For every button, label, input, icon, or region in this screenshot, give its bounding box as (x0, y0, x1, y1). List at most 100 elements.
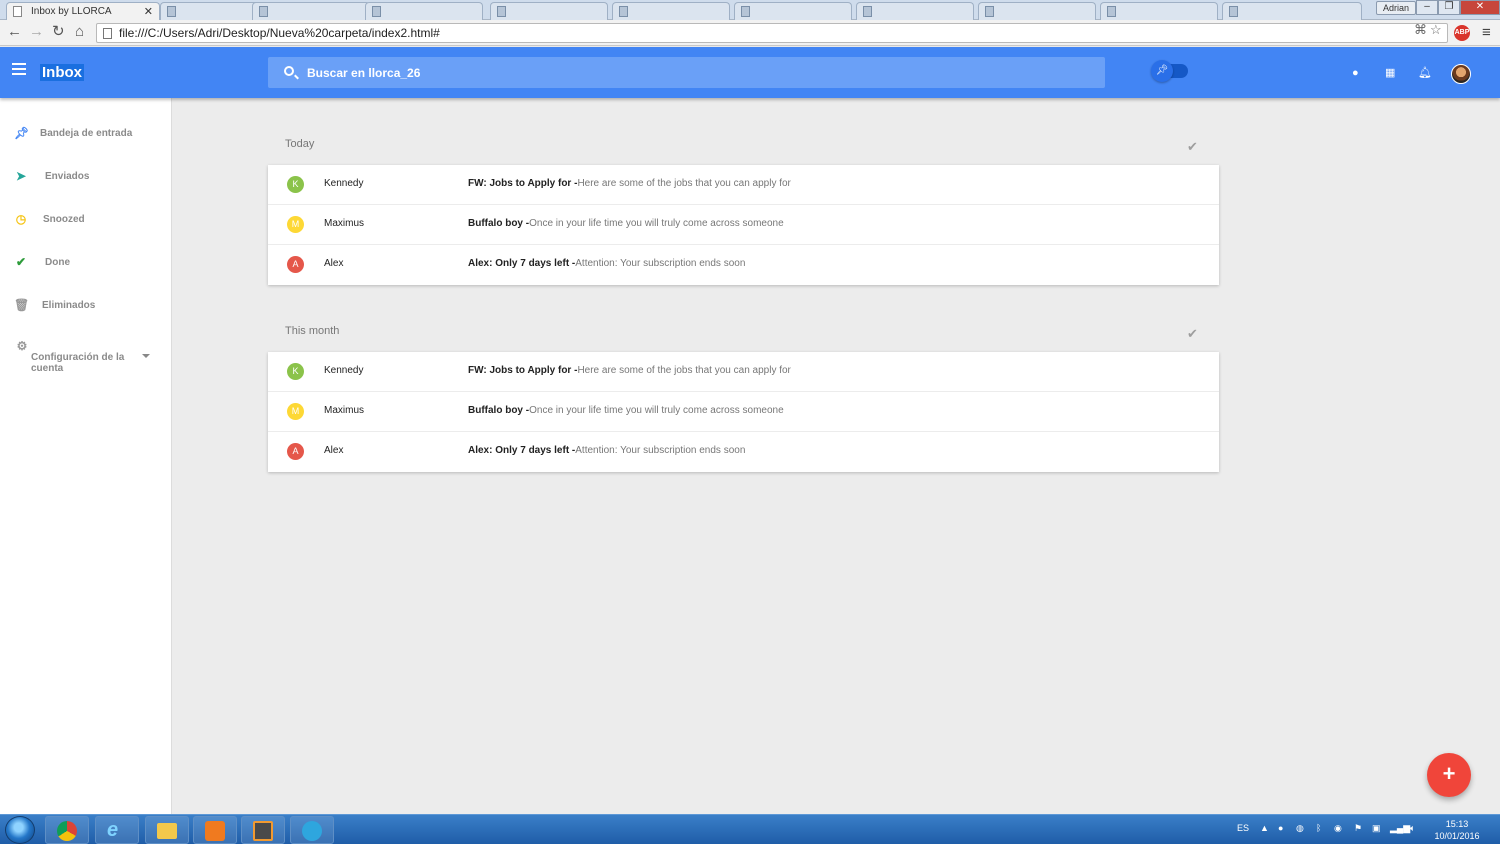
close-tab-icon[interactable]: ✕ (144, 5, 153, 18)
email-row[interactable]: A Alex Alex: Only 7 days left -Attention… (268, 245, 1219, 285)
taskbar-chrome[interactable] (45, 816, 89, 844)
chrome-icon (57, 821, 77, 841)
browser-menu-icon[interactable]: ≡ (1482, 24, 1491, 41)
minimize-button[interactable]: – (1416, 0, 1438, 15)
tray-expand-icon[interactable]: ▲ (1260, 823, 1269, 833)
menu-icon[interactable] (12, 63, 26, 75)
start-button[interactable] (5, 816, 35, 844)
back-icon[interactable]: ← (7, 24, 22, 40)
email-subject: FW: Jobs to Apply for - (468, 178, 578, 189)
sidebar-item-eliminados[interactable]: 🗑︎ Eliminados (0, 297, 172, 317)
volume-icon[interactable]: 🔈︎ (1410, 823, 1415, 834)
email-preview: Buffalo boy -Once in your life time you … (468, 218, 784, 229)
sender-avatar: K (287, 176, 304, 193)
browser-tab[interactable] (490, 2, 608, 20)
pin-icon: 📌︎ (1151, 60, 1173, 82)
forward-icon[interactable]: → (29, 24, 44, 40)
browser-tab[interactable] (978, 2, 1096, 20)
email-snippet: Once in your life time you will truly co… (529, 218, 784, 229)
language-indicator[interactable]: ES (1237, 823, 1249, 833)
browser-tab-strip: Inbox by LLORCA ✕ Adrian – ❐ ✕ (0, 0, 1500, 20)
email-row[interactable]: M Maximus Buffalo boy -Once in your life… (268, 392, 1219, 432)
sidebar-item-done[interactable]: ✔ Done (0, 254, 172, 274)
maximize-button[interactable]: ❐ (1438, 0, 1460, 15)
taskbar-media-player[interactable] (193, 816, 237, 844)
address-bar[interactable]: file:///C:/Users/Adri/Desktop/Nueva%20ca… (96, 23, 1448, 43)
sublime-text-icon (253, 821, 273, 841)
sidebar-item-snoozed[interactable]: ◷ Snoozed (0, 211, 172, 231)
section-title-this-month: This month (285, 325, 340, 337)
tab-favicon-icon (1107, 6, 1116, 17)
email-preview: FW: Jobs to Apply for -Here are some of … (468, 365, 791, 376)
tray-flag-icon[interactable]: ⚑ (1354, 823, 1362, 834)
sender-name: Kennedy (324, 178, 364, 189)
mark-done-icon[interactable]: ✔ (1187, 326, 1198, 342)
email-list-today: K Kennedy FW: Jobs to Apply for -Here ar… (268, 165, 1219, 285)
email-preview: Buffalo boy -Once in your life time you … (468, 405, 784, 416)
media-player-icon (205, 821, 225, 841)
clock-icon: ◷ (15, 212, 27, 226)
compose-button[interactable]: + (1427, 753, 1471, 797)
browser-tab-active[interactable]: Inbox by LLORCA ✕ (6, 2, 160, 20)
gear-icon: ⚙ (16, 339, 28, 353)
browser-tab[interactable] (734, 2, 852, 20)
search-input[interactable]: Buscar en llorca_26 (268, 57, 1105, 88)
mark-done-icon[interactable]: ✔ (1187, 139, 1198, 155)
tray-device-icon[interactable]: ▣ (1372, 823, 1381, 834)
tray-telegram-icon[interactable]: ● (1278, 823, 1283, 833)
email-row[interactable]: M Maximus Buffalo boy -Once in your life… (268, 205, 1219, 245)
sender-avatar: K (287, 363, 304, 380)
sidebar: 📌︎ Bandeja de entrada ➤ Enviados ◷ Snooz… (0, 98, 172, 814)
email-snippet: Here are some of the jobs that you can a… (577, 178, 791, 189)
sidebar-item-bandeja[interactable]: 📌︎ Bandeja de entrada (0, 125, 172, 145)
browser-tab[interactable] (612, 2, 730, 20)
email-row[interactable]: K Kennedy FW: Jobs to Apply for -Here ar… (268, 352, 1219, 392)
chevron-down-icon[interactable] (142, 354, 150, 358)
browser-user-badge[interactable]: Adrian (1375, 1, 1416, 15)
email-preview: Alex: Only 7 days left -Attention: Your … (468, 258, 745, 269)
email-row[interactable]: A Alex Alex: Only 7 days left -Attention… (268, 432, 1219, 472)
tray-app-icon[interactable]: ◉ (1334, 823, 1342, 834)
sidebar-item-configuracion[interactable]: ⚙ Configuración de la cuenta (0, 340, 172, 374)
email-snippet: Attention: Your subscription ends soon (575, 258, 746, 269)
email-list-this-month: K Kennedy FW: Jobs to Apply for -Here ar… (268, 352, 1219, 472)
chat-icon[interactable]: ● (1352, 67, 1359, 79)
notifications-bell-icon[interactable]: 🔔︎ (1418, 67, 1432, 79)
adblock-icon[interactable]: ABP (1454, 25, 1470, 41)
browser-tab[interactable] (856, 2, 974, 20)
email-snippet: Once in your life time you will truly co… (529, 405, 784, 416)
browser-tab[interactable] (365, 2, 483, 20)
reload-icon[interactable]: ↻ (52, 24, 65, 40)
close-window-button[interactable]: ✕ (1460, 0, 1500, 15)
browser-tab[interactable] (1100, 2, 1218, 20)
taskbar-explorer[interactable] (145, 816, 189, 844)
tab-favicon-icon (497, 6, 506, 17)
bookmark-star-icon[interactable]: ☆ (1430, 22, 1442, 38)
browser-tab[interactable] (252, 2, 370, 20)
translate-icon[interactable]: ⌘ (1414, 22, 1427, 38)
sender-avatar: M (287, 403, 304, 420)
app-title: Inbox (40, 64, 84, 81)
pinned-toggle[interactable]: 📌︎ (1151, 60, 1188, 82)
sidebar-item-enviados[interactable]: ➤ Enviados (0, 168, 172, 188)
taskbar-telegram[interactable] (290, 816, 334, 844)
apps-grid-icon[interactable]: ▦ (1385, 67, 1395, 79)
tab-favicon-icon (259, 6, 268, 17)
sender-avatar: A (287, 256, 304, 273)
home-icon[interactable]: ⌂ (75, 24, 84, 40)
bluetooth-icon[interactable]: ᛒ (1316, 823, 1321, 833)
browser-tab[interactable] (1222, 2, 1362, 20)
avatar[interactable] (1451, 64, 1471, 84)
taskbar-sublime[interactable] (241, 816, 285, 844)
email-snippet: Here are some of the jobs that you can a… (577, 365, 791, 376)
taskbar-ie[interactable]: e (95, 816, 139, 844)
email-row[interactable]: K Kennedy FW: Jobs to Apply for -Here ar… (268, 165, 1219, 205)
network-signal-icon[interactable]: ▂▄▆ (1390, 823, 1410, 834)
page-icon (103, 28, 112, 39)
page-icon (13, 6, 22, 17)
system-clock[interactable]: 15:13 10/01/2016 (1432, 818, 1482, 842)
sidebar-item-label: Bandeja de entrada (40, 128, 133, 139)
folder-icon (157, 823, 177, 839)
tab-favicon-icon (1229, 6, 1238, 17)
tray-sync-icon[interactable]: ◍ (1296, 823, 1304, 834)
